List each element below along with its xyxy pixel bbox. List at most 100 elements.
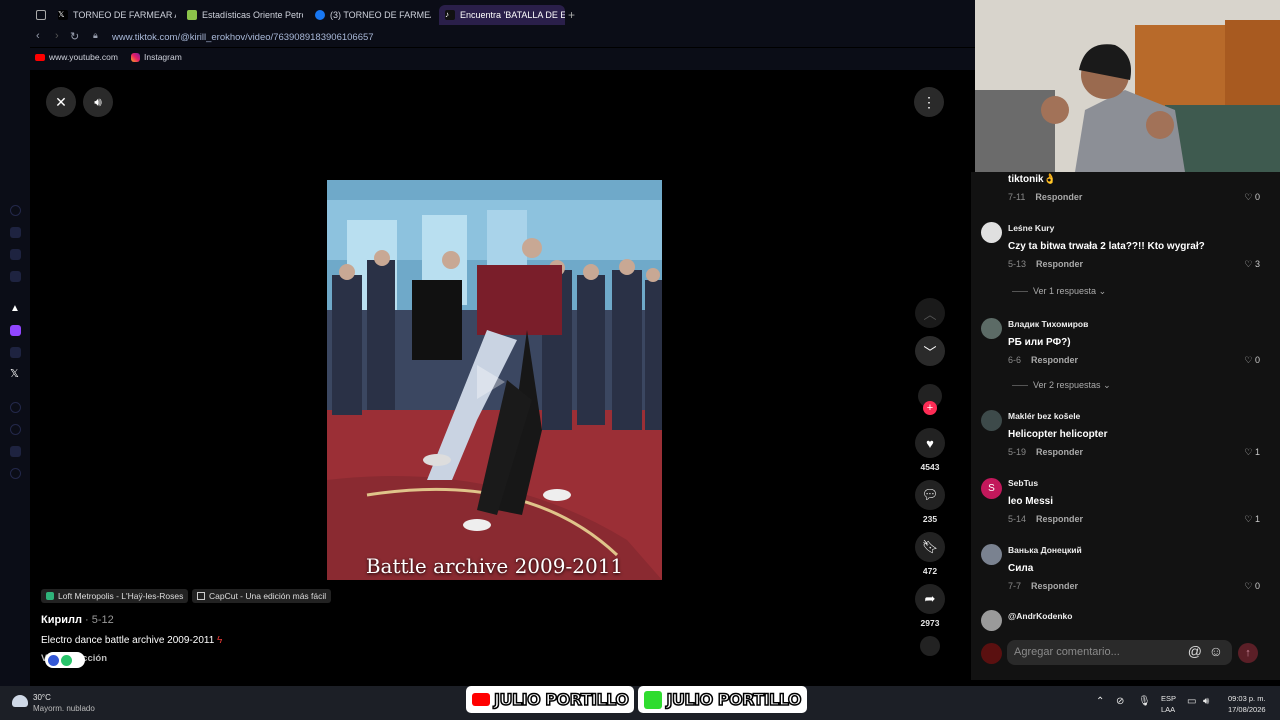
clock-time[interactable]: 09:03 p. m. (1228, 694, 1266, 703)
reply-button[interactable]: Responder (1036, 514, 1083, 524)
sidebar-icon[interactable] (10, 249, 21, 260)
close-button[interactable]: ✕ (46, 87, 76, 117)
bookmark-youtube[interactable]: www.youtube.com (35, 52, 118, 62)
comment-like[interactable]: ♡ 1 (1244, 514, 1260, 525)
comment-text: Helicopter helicopter (1008, 429, 1108, 440)
save-button[interactable]: 🔖︎ 472 (914, 532, 946, 576)
sidebar-icon[interactable] (10, 205, 21, 216)
view-replies-button[interactable]: Ver 2 respuestas ⌄ (1012, 380, 1111, 391)
volume-button[interactable]: 🔊︎ (83, 87, 113, 117)
weather-desc[interactable]: Mayorm. nublado (33, 704, 95, 713)
reply-button[interactable]: Responder (1031, 581, 1078, 591)
comment-author[interactable]: Leśne Kury (1008, 223, 1054, 233)
tab-4-active[interactable]: ♪ Encuentra 'BATALLA DE EL (439, 5, 565, 25)
comment-like[interactable]: ♡ 0 (1244, 355, 1260, 366)
volume-icon[interactable]: 🔊︎ (1203, 696, 1209, 707)
location-chip[interactable]: Loft Metropolis - L'Haÿ-les-Roses (41, 589, 189, 603)
sidebar-icon[interactable] (10, 271, 21, 282)
clock-date[interactable]: 17/08/2026 (1228, 705, 1266, 714)
tiktok-icon[interactable]: ▲ (10, 303, 21, 314)
like-count: 1 (1254, 447, 1260, 457)
tab-label: Estadísticas Oriente Petrole (202, 10, 303, 20)
prev-video-button[interactable]: ︿ (914, 298, 946, 328)
floating-widget[interactable] (45, 652, 85, 668)
more-options-button[interactable]: ⋮ (914, 87, 944, 117)
reply-button[interactable]: Responder (1035, 192, 1082, 202)
emoji-icon[interactable]: ☺ (1209, 643, 1223, 659)
lang-top[interactable]: ESP (1161, 694, 1176, 703)
chevron-up-icon[interactable]: ⌃ (1096, 696, 1104, 707)
avatar[interactable] (981, 222, 1002, 243)
creator-avatar[interactable]: + (914, 384, 946, 415)
music-disc[interactable] (914, 636, 946, 656)
video-caption-overlay: Battle archive 2009-2011 (365, 554, 624, 578)
settings-icon[interactable] (10, 468, 21, 479)
replies-label: Ver 2 respuestas (1033, 380, 1101, 390)
comment-author[interactable]: Владик Тихомиров (1008, 319, 1088, 329)
sidebar-icon[interactable] (10, 446, 21, 457)
comment-author[interactable]: Maklér bez košele (1008, 411, 1080, 421)
share-icon: ➦ (924, 591, 936, 606)
facebook-icon (315, 10, 325, 20)
play-indicator-icon (477, 365, 505, 399)
mic-icon[interactable]: 🎙︎ (1138, 696, 1151, 707)
weather-temp[interactable]: 30°C (33, 693, 51, 702)
display-icon[interactable]: ▭ (1187, 696, 1196, 707)
network-icon[interactable]: ⊘ (1116, 696, 1124, 707)
sidebar-icon[interactable] (10, 402, 21, 413)
tab-2[interactable]: Estadísticas Oriente Petrole (187, 5, 303, 25)
tab-workspace[interactable] (36, 5, 48, 25)
arrow-up-icon: ↑ (1245, 647, 1251, 659)
back-icon[interactable]: ‹ (36, 30, 40, 42)
follow-plus-icon[interactable]: + (923, 401, 937, 415)
twitch-icon[interactable] (10, 325, 21, 336)
sidebar-icon[interactable] (10, 424, 21, 435)
comment-like[interactable]: ♡ 0 (1244, 581, 1260, 592)
heart-outline-icon: ♡ (1244, 581, 1253, 591)
comment-author[interactable]: @AndrKodenko (1008, 611, 1072, 621)
avatar[interactable] (981, 318, 1002, 339)
new-tab-button[interactable]: + (568, 5, 580, 25)
comment-date: 5-14 (1008, 514, 1027, 524)
comment-like[interactable]: ♡ 0 (1244, 192, 1260, 203)
reply-button[interactable]: Responder (1036, 447, 1083, 457)
forward-icon[interactable]: › (55, 30, 59, 42)
comment-button[interactable]: 💬︎ 235 (914, 480, 946, 524)
reply-button[interactable]: Responder (1036, 259, 1083, 269)
bookmark-label: Instagram (144, 52, 182, 62)
send-button[interactable]: ↑ (1238, 643, 1258, 663)
music-disc-icon (920, 636, 940, 656)
stats-icon (187, 10, 197, 20)
bookmark-instagram[interactable]: Instagram (131, 52, 182, 62)
lang-bottom[interactable]: LAA (1161, 705, 1175, 714)
reload-icon[interactable]: ↻ (70, 30, 79, 43)
avatar[interactable] (981, 610, 1002, 631)
x-icon[interactable]: 𝕏 (10, 369, 21, 380)
like-button[interactable]: ♥ 4543 (914, 428, 946, 472)
url-field[interactable]: www.tiktok.com/@kirill_erokhov/video/763… (112, 32, 374, 43)
comment-like[interactable]: ♡ 1 (1244, 447, 1260, 458)
sidebar-icon[interactable] (10, 227, 21, 238)
comment-input[interactable]: Agregar comentario... @ ☺ (1007, 640, 1232, 665)
comment-date: 7-7 (1008, 581, 1022, 591)
comment-author[interactable]: Ванька Донецкий (1008, 545, 1082, 555)
avatar[interactable] (981, 544, 1002, 565)
avatar[interactable] (981, 410, 1002, 431)
avatar[interactable]: S (981, 478, 1002, 499)
comment-author[interactable]: SebTus (1008, 478, 1038, 488)
video-player[interactable]: Battle archive 2009-2011 (327, 180, 662, 580)
tab-1[interactable]: 𝕏 TORNEO DE FARMEAR AUR (58, 5, 176, 25)
comment-like[interactable]: ♡ 3 (1244, 259, 1260, 270)
tab-3[interactable]: (3) TORNEO DE FARMEAR (315, 5, 431, 25)
author-name[interactable]: Кирилл (41, 614, 82, 626)
sidebar-icon[interactable] (10, 347, 21, 358)
capcut-chip[interactable]: CapCut - Una edición más fácil (192, 589, 332, 603)
share-button[interactable]: ➦ 2973 (914, 584, 946, 628)
mention-icon[interactable]: @ (1188, 643, 1202, 659)
view-replies-button[interactable]: Ver 1 respuesta ⌄ (1012, 286, 1106, 297)
reply-button[interactable]: Responder (1031, 355, 1078, 365)
browser-side-rail: ▲ 𝕏 (0, 0, 30, 686)
like-count: 0 (1254, 355, 1260, 365)
next-video-button[interactable]: ﹀ (914, 336, 946, 366)
weather-icon[interactable] (12, 695, 28, 707)
